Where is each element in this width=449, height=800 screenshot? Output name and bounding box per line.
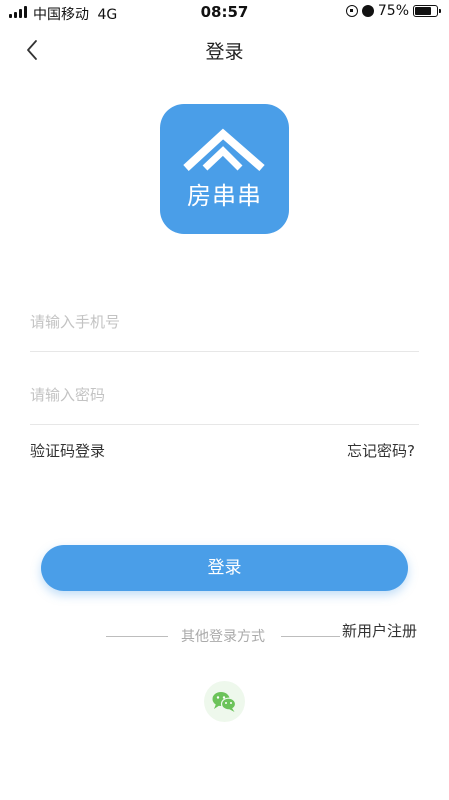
rotation-lock-icon: [345, 5, 358, 17]
wechat-icon: [212, 692, 237, 712]
other-login-divider: 其他登录方式: [106, 626, 340, 646]
alarm-icon: [361, 5, 374, 17]
battery-percent: 75%: [377, 3, 409, 19]
forgot-password-link[interactable]: 忘记密码?: [347, 440, 415, 461]
login-button[interactable]: 登录: [41, 545, 408, 591]
divider-line-right: [281, 636, 340, 637]
login-page: 中国移动 4G 08:57 75% 登录 房串串 验证码登录 忘记密码?: [0, 0, 449, 800]
password-input[interactable]: [30, 386, 419, 404]
battery-icon: [413, 5, 441, 17]
password-field: [30, 385, 419, 425]
app-logo: 房串串: [160, 104, 289, 234]
phone-field: [30, 312, 419, 352]
roof-icon: [183, 128, 265, 172]
register-link[interactable]: 新用户注册: [342, 620, 417, 641]
status-bar: 中国移动 4G 08:57 75%: [0, 0, 449, 26]
wechat-login-button[interactable]: [204, 681, 245, 722]
phone-input[interactable]: [30, 313, 419, 331]
code-login-link[interactable]: 验证码登录: [30, 440, 105, 461]
logo-brand-text: 房串串: [187, 182, 262, 210]
status-icons: 75%: [345, 3, 441, 19]
page-title: 登录: [205, 41, 244, 63]
